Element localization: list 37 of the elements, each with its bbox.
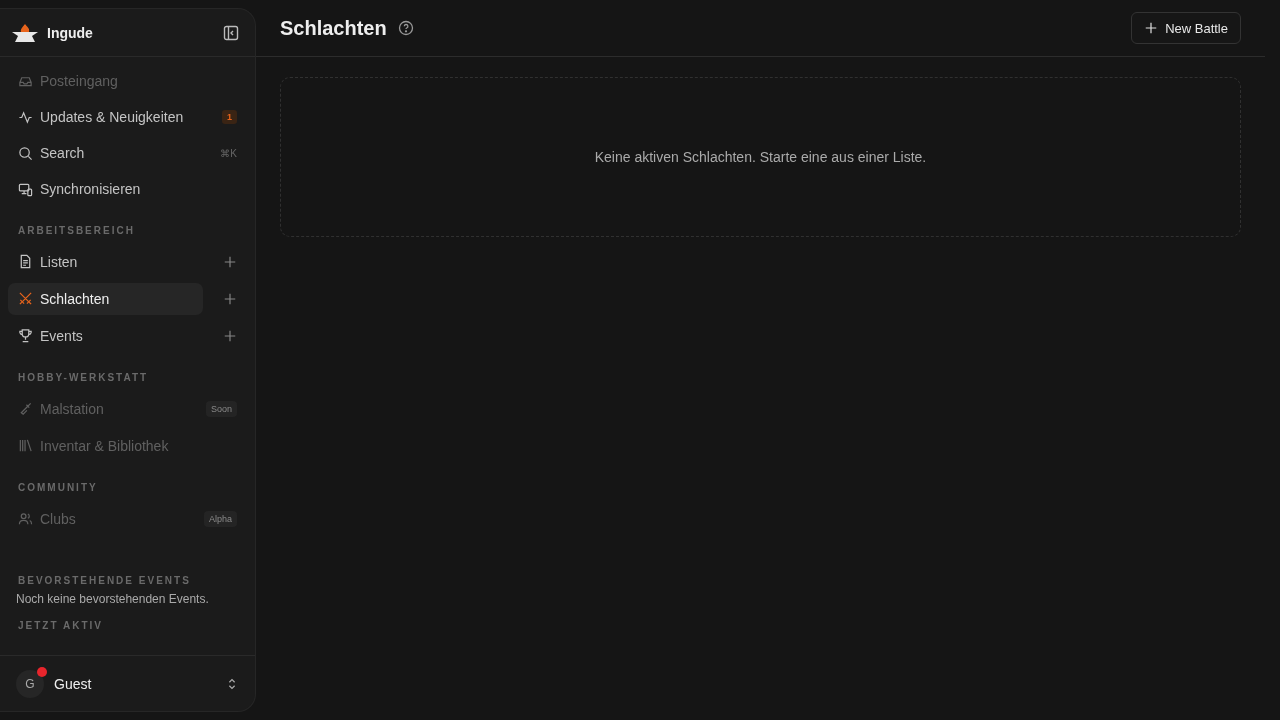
page-title: Schlachten (280, 16, 387, 40)
empty-note: Noch keine bevorstehenden Events. (15, 592, 210, 606)
sidebar-item[interactable]: Updates & Neuigkeiten (8, 101, 214, 133)
sidebar-item[interactable]: Listen (8, 245, 215, 278)
sidebar-item[interactable]: Schlachten (8, 282, 203, 315)
status-tag: Alpha (203, 510, 237, 527)
sidebar-item[interactable]: Events (8, 319, 215, 352)
shortcut-hint: ⌘K (220, 147, 237, 159)
activity-icon (18, 109, 33, 125)
section-heading: JETZT AKTIV (17, 620, 104, 633)
help-icon[interactable] (397, 20, 414, 36)
sidebar-item[interactable]: Synchronisieren (8, 173, 237, 205)
new-battle-button[interactable]: New Battle (1131, 12, 1241, 44)
section-heading: HOBBY-WERKSTATT (17, 372, 150, 385)
empty-message: Keine aktiven Schlachten. Starte eine aus einer Liste. (594, 149, 927, 165)
section-heading: ARBEITSBEREICH (17, 225, 136, 238)
add-button[interactable] (223, 291, 237, 306)
books-icon (18, 438, 33, 453)
plus-icon (1144, 21, 1159, 35)
section-heading: BEVORSTEHENDE EVENTS (17, 575, 192, 588)
users-icon (18, 511, 33, 526)
avatar: G (16, 669, 44, 698)
user-menu-button[interactable]: G Guest (16, 669, 239, 698)
crossed-swords-icon (18, 291, 33, 306)
sidebar-item[interactable]: Search (8, 137, 213, 169)
add-button[interactable] (223, 254, 237, 269)
search-icon (18, 145, 33, 161)
app-name: Ingude (47, 24, 93, 41)
devices-icon (18, 181, 33, 197)
section-heading: COMMUNITY (17, 482, 99, 495)
trophy-icon (18, 328, 33, 343)
brush-icon (18, 401, 33, 416)
document-icon (18, 254, 33, 269)
status-tag: Soon (205, 400, 237, 417)
add-button[interactable] (223, 328, 237, 343)
count-badge: 1 (222, 110, 237, 124)
collapse-sidebar-button[interactable] (223, 24, 239, 41)
